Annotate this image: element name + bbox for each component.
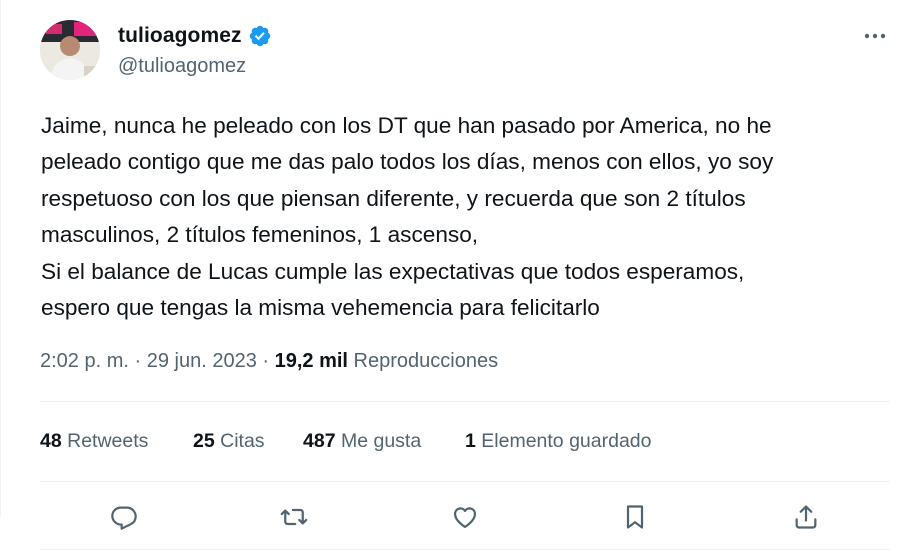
divider xyxy=(40,401,890,402)
retweet-icon[interactable] xyxy=(277,500,311,534)
tweet-text: Jaime, nunca he peleado con los DT que h… xyxy=(41,108,901,326)
retweets-count: 48 xyxy=(40,430,62,452)
more-options-icon[interactable] xyxy=(860,26,890,46)
likes-label: Me gusta xyxy=(335,430,422,452)
like-icon[interactable] xyxy=(448,500,482,534)
divider xyxy=(40,549,890,550)
bookmarks-label: Elemento guardado xyxy=(475,430,652,452)
views-label: Reproducciones xyxy=(348,350,499,372)
tweet-line: espero que tengas la misma vehemencia pa… xyxy=(41,295,600,321)
likes-stat[interactable]: 487 Me gusta xyxy=(303,430,421,453)
quotes-stat[interactable]: 25 Citas xyxy=(193,430,265,453)
tweet-line: peleado contigo que me das palo todos lo… xyxy=(41,149,774,175)
tweet-line: masculinos, 2 títulos femeninos, 1 ascen… xyxy=(41,222,479,248)
avatar[interactable] xyxy=(40,20,100,80)
tweet-detail: tulioagomez @tulioagomez Jaime, nunca he… xyxy=(0,0,912,554)
action-bar xyxy=(0,500,912,534)
display-name[interactable]: tulioagomez xyxy=(118,24,242,48)
avatar-photo xyxy=(40,20,100,80)
meta-separator: · xyxy=(128,350,147,372)
bookmarks-stat[interactable]: 1 Elemento guardado xyxy=(465,430,651,453)
meta-separator: · xyxy=(256,350,275,372)
tweet-line: Jaime, nunca he peleado con los DT que h… xyxy=(41,113,772,138)
tweet-line: Si el balance de Lucas cumple las expect… xyxy=(41,258,745,284)
verified-badge-icon xyxy=(248,24,272,48)
bookmark-icon[interactable] xyxy=(618,500,652,534)
divider xyxy=(40,481,890,482)
quotes-label: Citas xyxy=(214,430,265,452)
retweets-stat[interactable]: 48 Retweets xyxy=(40,430,148,453)
handle[interactable]: @tulioagomez xyxy=(118,55,246,78)
tweet-meta: 2:02 p. m. · 29 jun. 2023 · 19,2 mil Rep… xyxy=(40,350,498,373)
tweet-time[interactable]: 2:02 p. m. xyxy=(40,350,129,372)
reply-icon[interactable] xyxy=(107,500,141,534)
tweet-date[interactable]: 29 jun. 2023 xyxy=(147,350,257,372)
quotes-count: 25 xyxy=(193,430,215,452)
views-count: 19,2 mil xyxy=(274,350,348,372)
name-row: tulioagomez xyxy=(118,24,272,48)
share-icon[interactable] xyxy=(789,500,823,534)
retweets-label: Retweets xyxy=(61,430,149,452)
tweet-line: respetuoso con los que piensan diferente… xyxy=(41,185,746,211)
likes-count: 487 xyxy=(303,430,336,452)
bookmarks-count: 1 xyxy=(465,430,476,452)
